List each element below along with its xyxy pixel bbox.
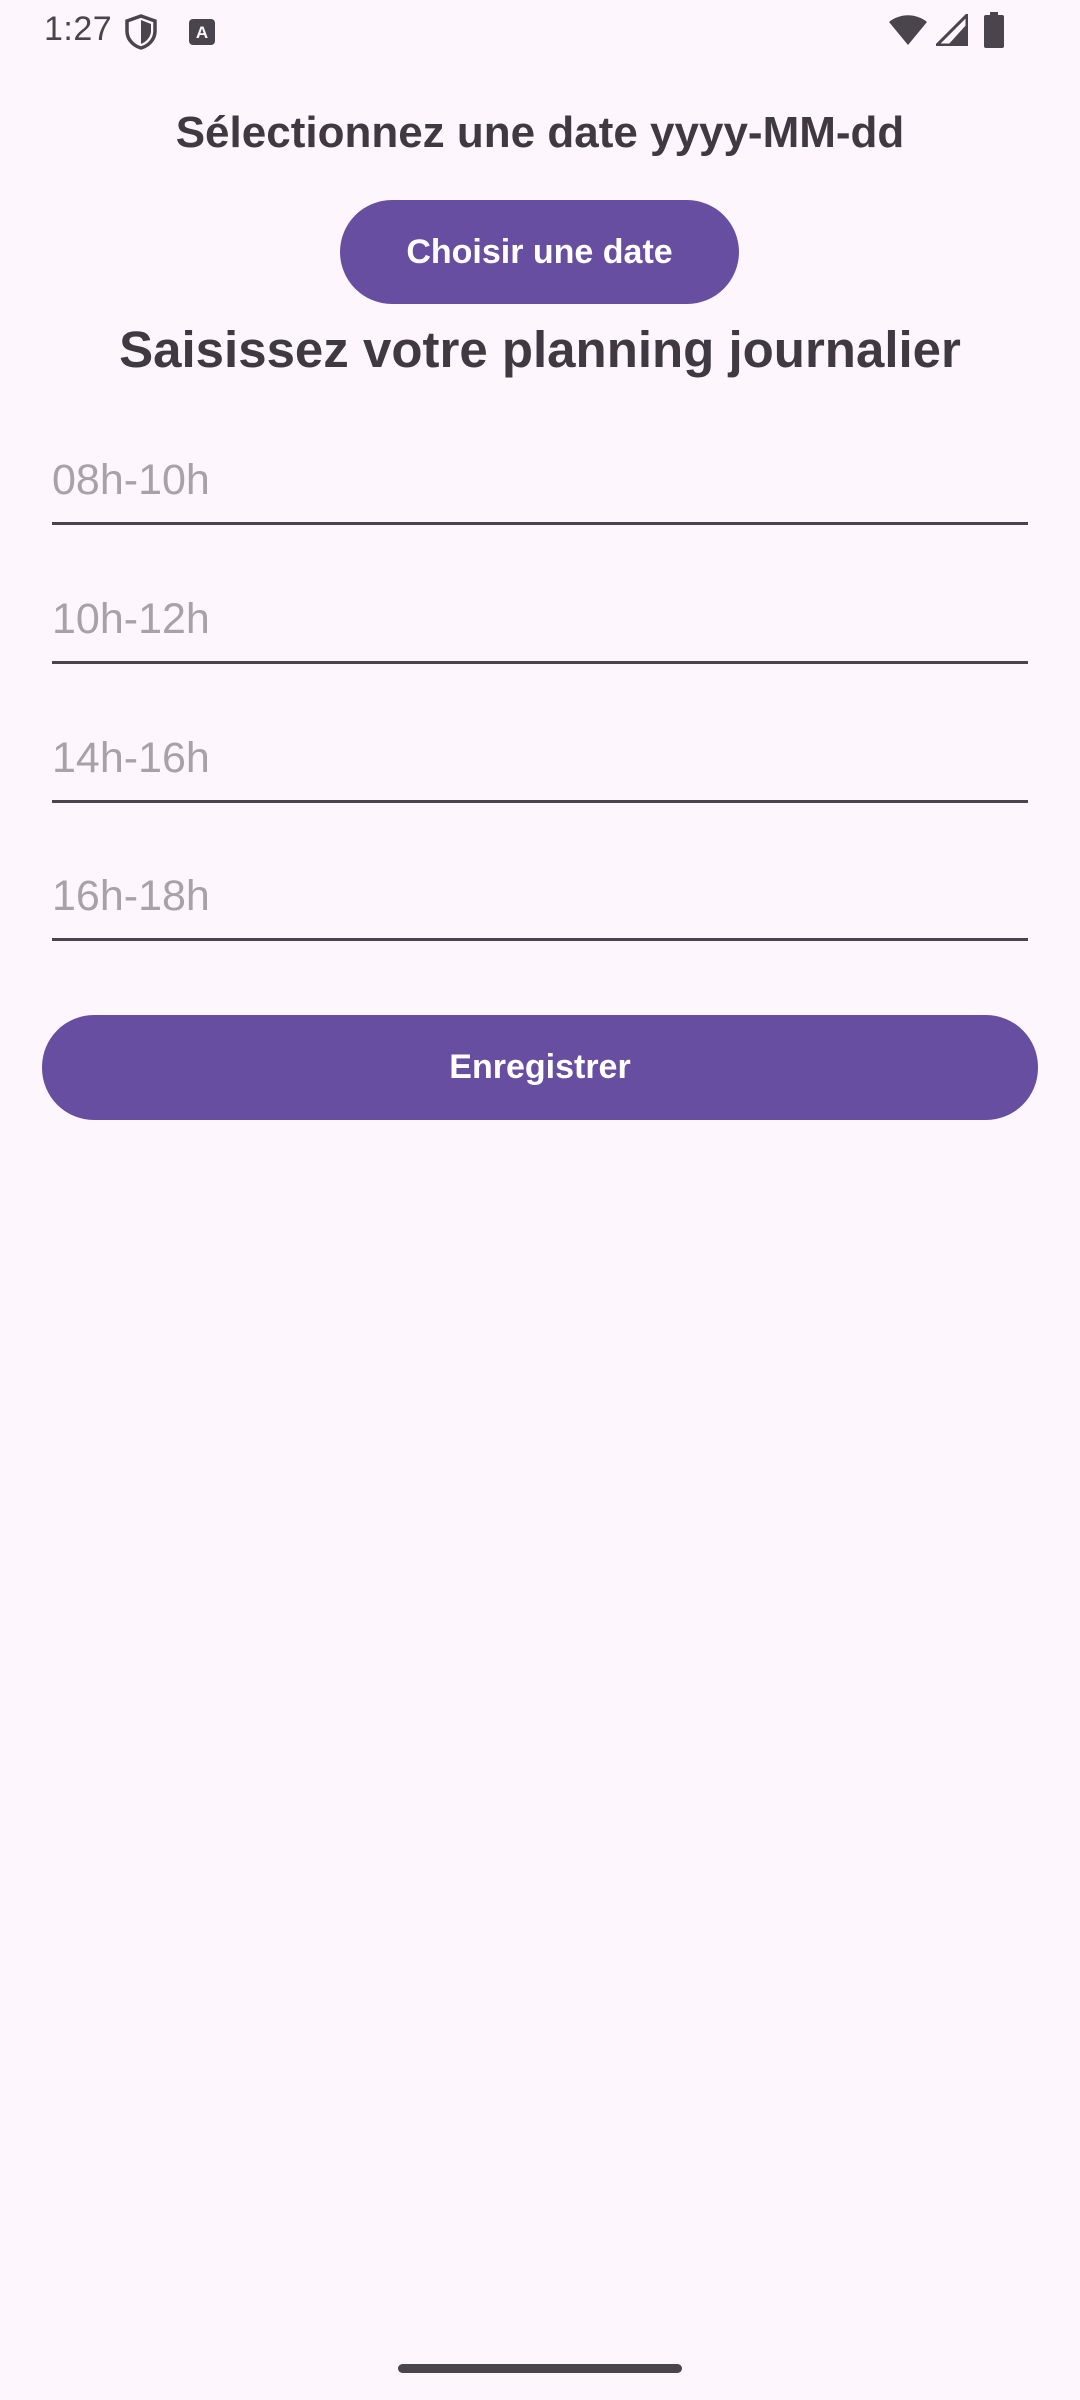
battery-icon <box>984 12 1004 53</box>
slot-10-12-input[interactable] <box>52 578 1028 664</box>
date-format-heading: Sélectionnez une date yyyy-MM-dd <box>175 108 905 157</box>
slot-16-18-input[interactable] <box>52 855 1028 941</box>
gesture-nav-handle[interactable] <box>398 2364 682 2373</box>
wifi-icon <box>888 14 928 51</box>
signal-icon <box>933 11 969 51</box>
shield-icon <box>124 14 158 55</box>
slot-14-16-input[interactable] <box>52 717 1028 803</box>
pick-date-button[interactable]: Choisir une date <box>340 200 739 304</box>
planning-heading: Saisissez votre planning journalier <box>119 321 961 378</box>
save-button[interactable]: Enregistrer <box>42 1015 1038 1120</box>
svg-text:A: A <box>196 23 208 42</box>
slot-08-10-input[interactable] <box>52 439 1028 525</box>
status-bar: 1:27 A <box>0 0 1080 64</box>
status-time: 1:27 <box>44 10 113 48</box>
keyboard-a-icon: A <box>188 18 216 51</box>
